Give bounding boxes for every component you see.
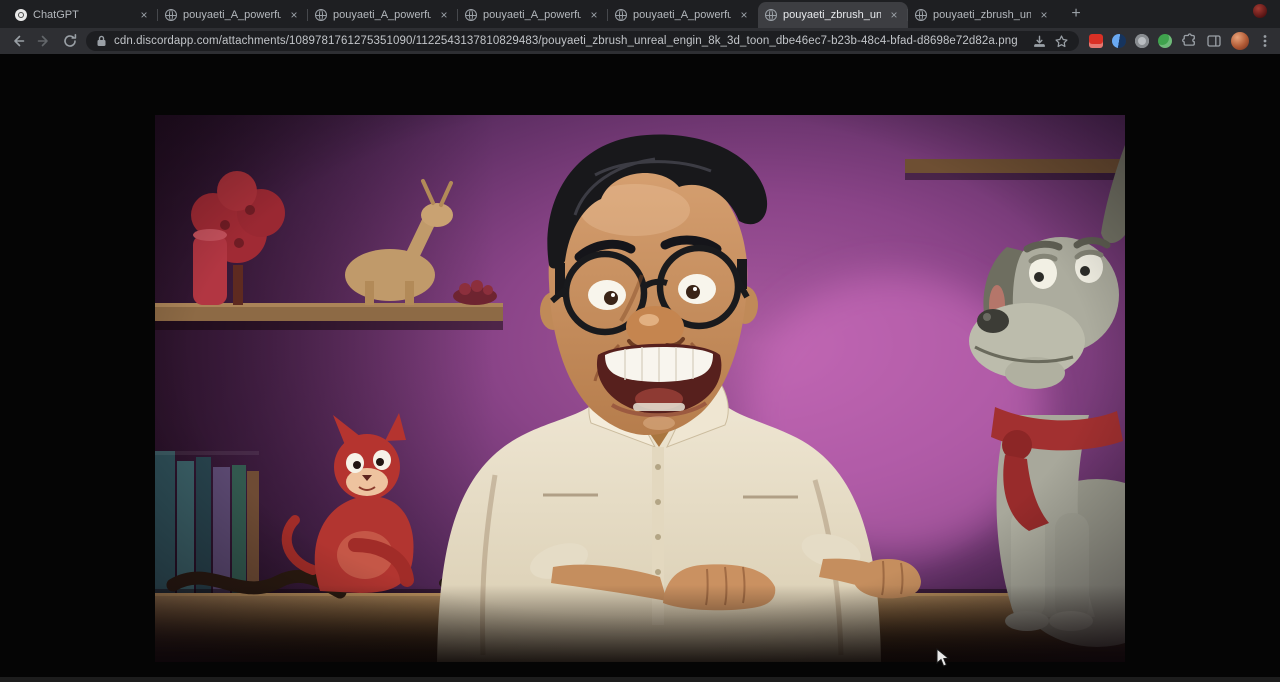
window-badge-icon <box>1253 4 1267 18</box>
back-icon <box>10 33 26 49</box>
reload-button[interactable] <box>60 31 80 51</box>
tab-close-button[interactable]: × <box>737 8 751 22</box>
tab[interactable]: pouyaeti_zbrush_unreal_engin × <box>758 2 908 28</box>
tab-strip-tabs: ChatGPT × pouyaeti_A_powerful_modern × p… <box>8 0 1058 28</box>
menu-kebab-icon[interactable] <box>1258 33 1272 49</box>
bookmark-star-icon[interactable] <box>1054 34 1069 49</box>
new-tab-button[interactable]: + <box>1064 2 1088 26</box>
extension-green-icon[interactable] <box>1158 34 1172 48</box>
tab-label: pouyaeti_A_powerful_modern <box>483 9 581 21</box>
tab[interactable]: pouyaeti_A_powerful_modern × <box>308 2 458 28</box>
viewed-image[interactable] <box>155 115 1125 662</box>
tab-label: pouyaeti_A_powerful_modern <box>333 9 431 21</box>
extension-gray-icon[interactable] <box>1135 34 1149 48</box>
tab-strip: ChatGPT × pouyaeti_A_powerful_modern × p… <box>0 0 1280 28</box>
reload-icon <box>62 33 78 49</box>
globe-favicon-icon <box>915 9 927 21</box>
forward-button[interactable] <box>34 31 54 51</box>
chatgpt-favicon-icon <box>15 9 27 21</box>
bottom-strip <box>0 677 1280 682</box>
tab-label: pouyaeti_A_powerful_modern <box>633 9 731 21</box>
tab-label: pouyaeti_zbrush_unreal_engi <box>933 9 1031 21</box>
toolbar-right-cluster <box>1085 32 1272 50</box>
page-content <box>0 54 1280 682</box>
tab-close-button[interactable]: × <box>1037 8 1051 22</box>
tab-close-button[interactable]: × <box>287 8 301 22</box>
globe-favicon-icon <box>615 9 627 21</box>
tab[interactable]: pouyaeti_zbrush_unreal_engi × <box>908 2 1058 28</box>
tab-close-button[interactable]: × <box>437 8 451 22</box>
lock-icon <box>96 35 107 47</box>
tab-label: ChatGPT <box>33 9 131 21</box>
address-bar[interactable]: cdn.discordapp.com/attachments/108978176… <box>86 31 1079 51</box>
profile-avatar[interactable] <box>1231 32 1249 50</box>
globe-favicon-icon <box>315 9 327 21</box>
tab[interactable]: pouyaeti_A_powerful_modern × <box>458 2 608 28</box>
extension-red-icon[interactable] <box>1089 34 1103 48</box>
download-icon[interactable] <box>1032 34 1047 49</box>
globe-favicon-icon <box>765 9 777 21</box>
tab-close-button[interactable]: × <box>137 8 151 22</box>
tab-close-button[interactable]: × <box>587 8 601 22</box>
mouse-cursor <box>936 648 950 668</box>
tab-label: pouyaeti_zbrush_unreal_engin <box>783 9 881 21</box>
globe-favicon-icon <box>465 9 477 21</box>
forward-icon <box>36 33 52 49</box>
back-button[interactable] <box>8 31 28 51</box>
tab[interactable]: pouyaeti_A_powerful_modern × <box>608 2 758 28</box>
globe-favicon-icon <box>165 9 177 21</box>
tab[interactable]: pouyaeti_A_powerful_modern × <box>158 2 308 28</box>
side-panel-icon[interactable] <box>1206 33 1222 49</box>
tab-label: pouyaeti_A_powerful_modern <box>183 9 281 21</box>
tab[interactable]: ChatGPT × <box>8 2 158 28</box>
browser-toolbar: cdn.discordapp.com/attachments/108978176… <box>0 28 1280 54</box>
tab-close-button[interactable]: × <box>887 8 901 22</box>
extensions-puzzle-icon[interactable] <box>1181 33 1197 49</box>
url-text: cdn.discordapp.com/attachments/108978176… <box>114 35 1025 47</box>
extension-blue-icon[interactable] <box>1112 34 1126 48</box>
